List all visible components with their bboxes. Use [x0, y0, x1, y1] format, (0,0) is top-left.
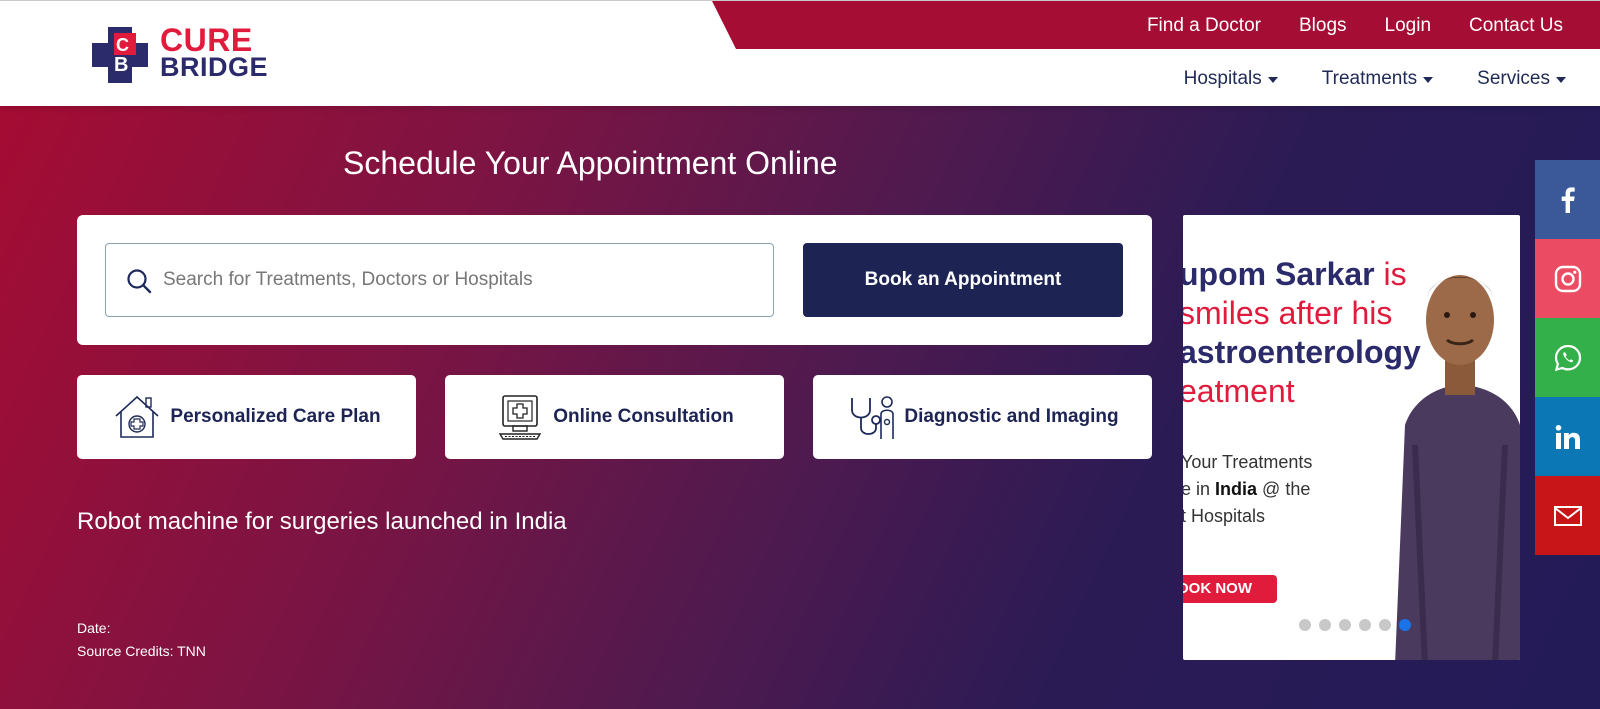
- carousel-dot[interactable]: [1339, 619, 1351, 631]
- book-appointment-button[interactable]: Book an Appointment: [803, 243, 1123, 317]
- feature-label: Diagnostic and Imaging: [904, 406, 1119, 427]
- logo-line-bridge: BRIDGE: [160, 52, 269, 82]
- nav-services-dropdown[interactable]: Services: [1477, 68, 1566, 90]
- nav-treatments-dropdown[interactable]: Treatments: [1321, 68, 1434, 90]
- hero-title: Schedule Your Appointment Online: [343, 145, 838, 181]
- hero-section: Schedule Your Appointment Online Book an…: [0, 106, 1600, 709]
- top-nav: Find a Doctor Blogs Login Contact Us: [1147, 15, 1563, 37]
- email-share-button[interactable]: [1535, 476, 1600, 555]
- search-input[interactable]: [163, 244, 763, 316]
- stethoscope-icon: [851, 396, 895, 439]
- nav-find-a-doctor[interactable]: Find a Doctor: [1147, 15, 1261, 37]
- banner-sub-line2-post: @ the: [1257, 479, 1311, 499]
- site-header: C B CURE BRIDGE Find a Doctor Blogs Logi…: [0, 0, 1600, 106]
- banner-sub-line2-pre: e in: [1183, 479, 1216, 499]
- nav-services-label: Services: [1477, 68, 1550, 89]
- linkedin-share-button[interactable]: [1535, 397, 1600, 476]
- feature-online-consultation[interactable]: Online Consultation: [445, 375, 784, 459]
- news-date: Date:: [77, 620, 111, 636]
- search-icon: [127, 269, 152, 294]
- logo-mark-icon: C B: [92, 27, 148, 83]
- nav-hospitals-label: Hospitals: [1183, 68, 1262, 89]
- news-meta: Date: Source Credits: TNN: [77, 617, 206, 663]
- banner-sub-line1: Your Treatments: [1183, 452, 1313, 472]
- banner-sub-line2: e in India @ the: [1183, 476, 1312, 503]
- nav-login[interactable]: Login: [1385, 15, 1432, 37]
- news-headline-link[interactable]: Robot machine for surgeries launched in …: [77, 508, 567, 536]
- search-box[interactable]: [105, 243, 774, 317]
- news-source: Source Credits: TNN: [77, 643, 206, 659]
- feature-diagnostic-imaging[interactable]: Diagnostic and Imaging: [813, 375, 1152, 459]
- nav-blogs[interactable]: Blogs: [1299, 15, 1347, 37]
- nav-contact-us[interactable]: Contact Us: [1469, 15, 1563, 37]
- feature-personalized-care-plan[interactable]: Personalized Care Plan: [77, 375, 416, 459]
- svg-text:B: B: [114, 54, 128, 76]
- banner-head-line4: eatment: [1183, 373, 1295, 409]
- computer-medical-icon: [499, 395, 542, 440]
- banner-headline: upom Sarkar is smiles after his astroent…: [1183, 255, 1421, 411]
- carousel-dots: [1299, 619, 1411, 631]
- feature-label: Personalized Care Plan: [170, 406, 381, 427]
- facebook-share-button[interactable]: [1535, 160, 1600, 239]
- carousel-dot[interactable]: [1299, 619, 1311, 631]
- feature-label: Online Consultation: [553, 406, 734, 427]
- nav-treatments-label: Treatments: [1321, 68, 1418, 89]
- instagram-icon: [1554, 265, 1581, 292]
- instagram-share-button[interactable]: [1535, 239, 1600, 318]
- promo-banner-carousel[interactable]: upom Sarkar is smiles after his astroent…: [1183, 215, 1520, 660]
- house-plus-icon: [115, 395, 159, 438]
- email-icon: [1553, 505, 1582, 526]
- caret-down-icon: [1267, 77, 1278, 83]
- banner-patient-name: upom Sarkar: [1183, 256, 1375, 292]
- carousel-dot[interactable]: [1359, 619, 1371, 631]
- curebridge-logo[interactable]: C B CURE BRIDGE: [92, 22, 292, 83]
- whatsapp-icon: [1554, 344, 1581, 371]
- banner-sub-line3: t Hospitals: [1183, 506, 1266, 526]
- banner-head-line3: astroenterology: [1183, 334, 1421, 370]
- carousel-dot[interactable]: [1379, 619, 1391, 631]
- banner-sub-line2-bold: India: [1215, 479, 1258, 499]
- logo-line-cure: CURE: [160, 22, 253, 58]
- banner-subtext: Your Treatments e in India @ the t Hospi…: [1183, 449, 1312, 530]
- linkedin-icon: [1555, 424, 1580, 449]
- search-card: Book an Appointment: [77, 215, 1152, 345]
- banner-head-line2: smiles after his: [1183, 295, 1393, 331]
- carousel-dot[interactable]: [1319, 619, 1331, 631]
- caret-down-icon: [1556, 77, 1566, 83]
- carousel-dot-active[interactable]: [1399, 619, 1411, 631]
- patient-photo: [1395, 275, 1520, 660]
- main-nav: Hospitals Treatments Services: [1184, 68, 1566, 90]
- svg-text:C: C: [116, 35, 129, 55]
- banner-book-now-button[interactable]: OOK NOW: [1183, 575, 1277, 603]
- caret-down-icon: [1423, 77, 1434, 83]
- whatsapp-share-button[interactable]: [1535, 318, 1600, 397]
- logo-text: CURE BRIDGE: [160, 22, 269, 82]
- facebook-icon: [1561, 186, 1575, 213]
- nav-hospitals-dropdown[interactable]: Hospitals: [1184, 68, 1278, 90]
